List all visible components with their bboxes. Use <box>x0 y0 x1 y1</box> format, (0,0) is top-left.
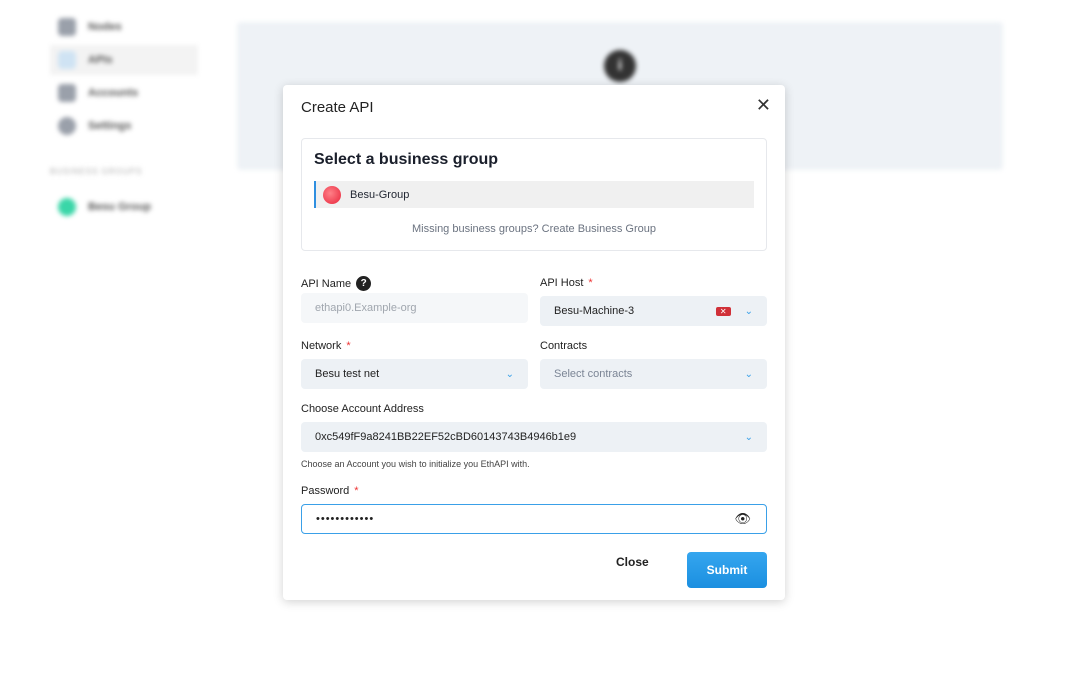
group-dot-icon <box>58 198 76 216</box>
api-icon <box>58 51 76 69</box>
label: Network <box>301 340 342 352</box>
close-button[interactable]: Close <box>616 555 649 569</box>
label: Password <box>301 485 350 497</box>
group-avatar-icon <box>323 185 341 204</box>
required-mark: * <box>354 485 359 497</box>
sidebar-item-accounts[interactable]: Accounts <box>50 78 198 108</box>
api-name-label: API Name? <box>301 276 372 291</box>
api-host-label: API Host * <box>540 277 593 289</box>
chevron-down-icon: ⌄ <box>744 431 753 443</box>
password-label: Password * <box>301 485 359 497</box>
label: Settings <box>88 120 132 132</box>
label: Nodes <box>88 21 122 33</box>
label: Accounts <box>88 87 139 99</box>
sidebar-item-apis[interactable]: APIs <box>50 45 198 75</box>
create-api-modal: Create API ✕ Select a business group Bes… <box>283 85 785 600</box>
account-label: Choose Account Address <box>301 403 424 415</box>
chevron-down-icon: ⌄ <box>744 305 753 317</box>
help-icon[interactable]: ? <box>356 276 372 291</box>
label: API Name <box>301 277 352 290</box>
account-hint: Choose an Account you wish to initialize… <box>301 459 530 469</box>
submit-button[interactable]: Submit <box>687 552 767 588</box>
api-name-input[interactable]: ethapi0.Example-org <box>301 293 528 323</box>
chevron-down-icon: ⌄ <box>744 368 753 380</box>
group-heading: BUSINESS GROUPS <box>50 167 143 176</box>
network-select[interactable]: Besu test net ⌄ <box>301 359 528 389</box>
placeholder: Select contracts <box>554 368 633 380</box>
value: Besu-Machine-3 <box>554 305 635 317</box>
api-host-select[interactable]: Besu-Machine-3 ✕ ⌄ <box>540 296 767 326</box>
label: APIs <box>88 54 113 66</box>
required-mark: * <box>588 277 593 289</box>
create-business-group-link[interactable]: Missing business groups? Create Business… <box>302 223 766 235</box>
value: Besu test net <box>315 368 380 380</box>
settings-icon <box>58 117 76 135</box>
nodes-icon <box>58 18 76 36</box>
account-select[interactable]: 0xc549fF9a8241BB22EF52cBD60143743B4946b1… <box>301 422 767 452</box>
info-icon: i <box>604 50 636 82</box>
required-mark: * <box>346 340 351 352</box>
password-input[interactable]: •••••••••••• 👁 <box>301 504 767 534</box>
business-group-selector: Select a business group Besu-Group Missi… <box>301 138 767 251</box>
sidebar-group-besu[interactable]: Besu Group <box>50 192 198 222</box>
contracts-select[interactable]: Select contracts ⌄ <box>540 359 767 389</box>
chevron-down-icon: ⌄ <box>505 368 514 380</box>
value: 0xc549fF9a8241BB22EF52cBD60143743B4946b1… <box>315 431 577 443</box>
business-group-option[interactable]: Besu-Group <box>314 181 754 208</box>
value: •••••••••••• <box>316 513 375 525</box>
contracts-label: Contracts <box>540 340 588 352</box>
accounts-icon <box>58 84 76 102</box>
label: Besu-Group <box>350 188 410 201</box>
label: Besu Group <box>88 201 151 213</box>
business-group-heading: Select a business group <box>314 151 499 168</box>
label: API Host <box>540 277 584 289</box>
modal-title: Create API <box>301 99 374 116</box>
close-icon[interactable]: ✕ <box>756 95 771 116</box>
network-label: Network * <box>301 340 351 352</box>
placeholder: ethapi0.Example-org <box>315 302 417 314</box>
clear-icon[interactable]: ✕ <box>715 306 731 316</box>
sidebar-item-settings[interactable]: Settings <box>50 111 198 141</box>
eye-icon[interactable]: 👁 <box>734 511 752 527</box>
sidebar-item-nodes[interactable]: Nodes <box>50 12 198 42</box>
